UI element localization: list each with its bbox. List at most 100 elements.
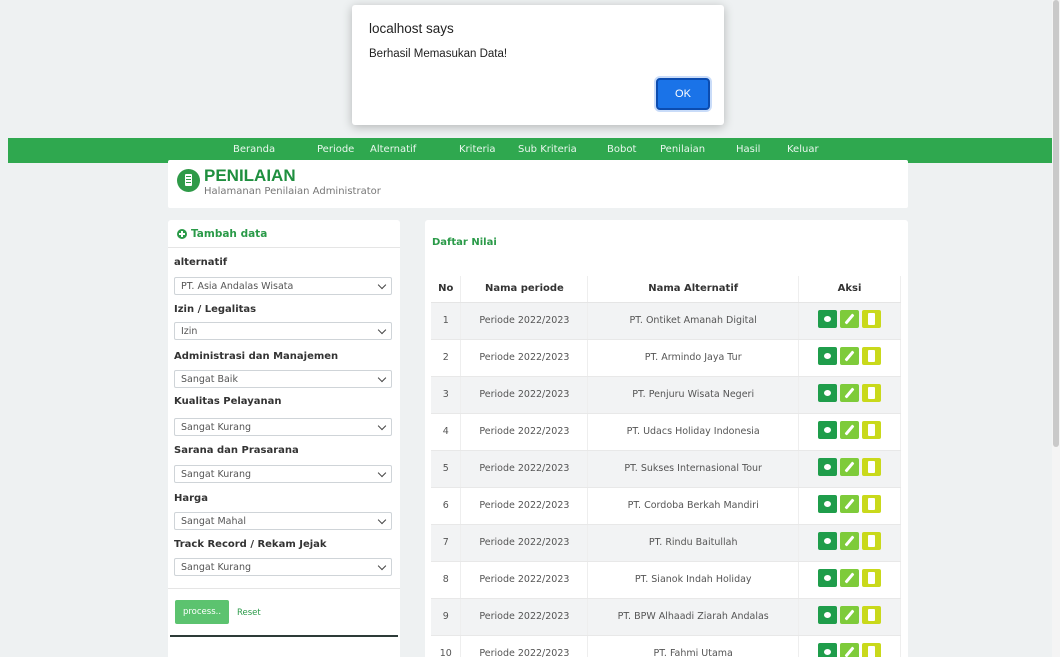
divider <box>168 588 400 589</box>
select-alternatif[interactable]: PT. Asia Andalas Wisata <box>174 277 392 295</box>
chevron-down-icon <box>377 325 387 335</box>
nav-item-periode[interactable]: Periode <box>317 144 354 155</box>
row-no: 5 <box>431 450 462 488</box>
row-no: 7 <box>431 524 462 562</box>
nav-item-keluar[interactable]: Keluar <box>787 144 819 155</box>
delete-button-trash-icon[interactable] <box>862 458 882 476</box>
table-row: 7 Periode 2022/2023 PT. Rindu Baitullah <box>431 524 901 562</box>
edit-button-pencil-icon[interactable] <box>840 532 860 550</box>
select-track-record[interactable]: Sangat Kurang <box>174 558 392 576</box>
select-value: Izin <box>181 326 198 337</box>
nav-item-beranda[interactable]: Beranda <box>233 144 275 155</box>
nav-item-sub-kriteria[interactable]: Sub Kriteria <box>518 144 577 155</box>
row-no: 3 <box>431 376 462 414</box>
view-button-eye-icon[interactable] <box>818 532 838 550</box>
field-label-harga: Harga <box>174 493 208 504</box>
page-scrollbar[interactable] <box>1052 0 1060 657</box>
nav-item-alternatif[interactable]: Alternatif <box>370 144 416 155</box>
view-button-eye-icon[interactable] <box>818 421 838 439</box>
edit-button-pencil-icon[interactable] <box>840 384 860 402</box>
delete-button-trash-icon[interactable] <box>862 606 882 624</box>
delete-button-trash-icon[interactable] <box>862 384 882 402</box>
edit-button-pencil-icon[interactable] <box>840 310 860 328</box>
nav-item-hasil[interactable]: Hasil <box>736 144 760 155</box>
nilai-table: No Nama periode Nama Alternatif Aksi 1 Pe… <box>431 276 901 657</box>
view-button-eye-icon[interactable] <box>818 495 838 513</box>
select-administrasi[interactable]: Sangat Baik <box>174 370 392 388</box>
select-value: Sangat Kurang <box>181 469 252 480</box>
table-row: 4 Periode 2022/2023 PT. Udacs Holiday Indo… <box>431 413 901 451</box>
row-alternatif: PT. Ontiket Amanah Digital <box>587 302 800 340</box>
delete-button-trash-icon[interactable] <box>862 495 882 513</box>
add-data-link[interactable]: Tambah data <box>177 228 267 240</box>
row-actions <box>798 487 901 525</box>
process-button[interactable]: process.. <box>175 600 229 624</box>
chevron-down-icon <box>377 468 387 478</box>
delete-button-trash-icon[interactable] <box>862 347 882 365</box>
select-value: Sangat Kurang <box>181 562 252 573</box>
nav-item-penilaian[interactable]: Penilaian <box>660 144 705 155</box>
table-row: 1 Periode 2022/2023 PT. Ontiket Amanah Dig… <box>431 302 901 340</box>
edit-button-pencil-icon[interactable] <box>840 643 860 657</box>
chevron-down-icon <box>377 515 387 525</box>
edit-button-pencil-icon[interactable] <box>840 347 860 365</box>
penilaian-form: Tambah data alternatif PT. Asia Andalas … <box>168 220 400 657</box>
field-label-administrasi: Administrasi dan Manajemen <box>174 351 339 362</box>
scrollbar-thumb[interactable] <box>1053 0 1059 447</box>
select-izin-legalitas[interactable]: Izin <box>174 322 392 340</box>
delete-button-trash-icon[interactable] <box>862 421 882 439</box>
dialog-message: Berhasil Memasukan Data! <box>369 48 508 60</box>
page-title: PENILAIAN <box>204 166 296 185</box>
field-label-kualitas-pelayanan: Kualitas Pelayanan <box>174 396 282 407</box>
view-button-eye-icon[interactable] <box>818 643 838 657</box>
row-alternatif: PT. Penjuru Wisata Negeri <box>587 376 800 414</box>
delete-button-trash-icon[interactable] <box>862 532 882 550</box>
row-actions <box>798 450 901 488</box>
field-label-alternatif: alternatif <box>174 257 228 268</box>
row-no: 4 <box>431 413 462 451</box>
row-no: 1 <box>431 302 462 340</box>
row-actions <box>798 598 901 636</box>
nav-item-bobot[interactable]: Bobot <box>607 144 636 155</box>
table-row: 2 Periode 2022/2023 PT. Armindo Jaya Tur <box>431 339 901 377</box>
view-button-eye-icon[interactable] <box>818 347 838 365</box>
daftar-nilai-card: Daftar Nilai No Nama periode Nama Altern… <box>425 220 908 657</box>
edit-button-pencil-icon[interactable] <box>840 569 860 587</box>
view-button-eye-icon[interactable] <box>818 458 838 476</box>
row-actions <box>798 524 901 562</box>
nav-item-kriteria[interactable]: Kriteria <box>459 144 496 155</box>
row-periode: Periode 2022/2023 <box>460 376 589 414</box>
view-button-eye-icon[interactable] <box>818 569 838 587</box>
delete-button-trash-icon[interactable] <box>862 310 882 328</box>
dialog-title: localhost says <box>369 21 454 36</box>
row-periode: Periode 2022/2023 <box>460 561 589 599</box>
row-actions <box>798 339 901 377</box>
row-periode: Periode 2022/2023 <box>460 635 589 657</box>
edit-button-pencil-icon[interactable] <box>840 495 860 513</box>
chevron-down-icon <box>377 373 387 383</box>
row-no: 8 <box>431 561 462 599</box>
table-row: 9 Periode 2022/2023 PT. BPW Alhaadi Ziarah… <box>431 598 901 636</box>
divider <box>168 247 400 248</box>
select-kualitas-pelayanan[interactable]: Sangat Kurang <box>174 418 392 436</box>
row-alternatif: PT. Fahmi Utama <box>587 635 800 657</box>
row-actions <box>798 302 901 340</box>
view-button-eye-icon[interactable] <box>818 606 838 624</box>
delete-button-trash-icon[interactable] <box>862 569 882 587</box>
delete-button-trash-icon[interactable] <box>862 643 882 657</box>
chevron-down-icon <box>377 280 387 290</box>
view-button-eye-icon[interactable] <box>818 384 838 402</box>
reset-link[interactable]: Reset <box>237 608 261 618</box>
select-sarana-prasarana[interactable]: Sangat Kurang <box>174 465 392 483</box>
row-no: 10 <box>431 635 462 657</box>
select-harga[interactable]: Sangat Mahal <box>174 512 392 530</box>
edit-button-pencil-icon[interactable] <box>840 458 860 476</box>
edit-button-pencil-icon[interactable] <box>840 421 860 439</box>
select-value: Sangat Baik <box>181 374 238 385</box>
edit-button-pencil-icon[interactable] <box>840 606 860 624</box>
row-periode: Periode 2022/2023 <box>460 339 589 377</box>
ok-button[interactable]: OK <box>656 78 710 110</box>
view-button-eye-icon[interactable] <box>818 310 838 328</box>
row-alternatif: PT. Armindo Jaya Tur <box>587 339 800 377</box>
row-no: 6 <box>431 487 462 525</box>
